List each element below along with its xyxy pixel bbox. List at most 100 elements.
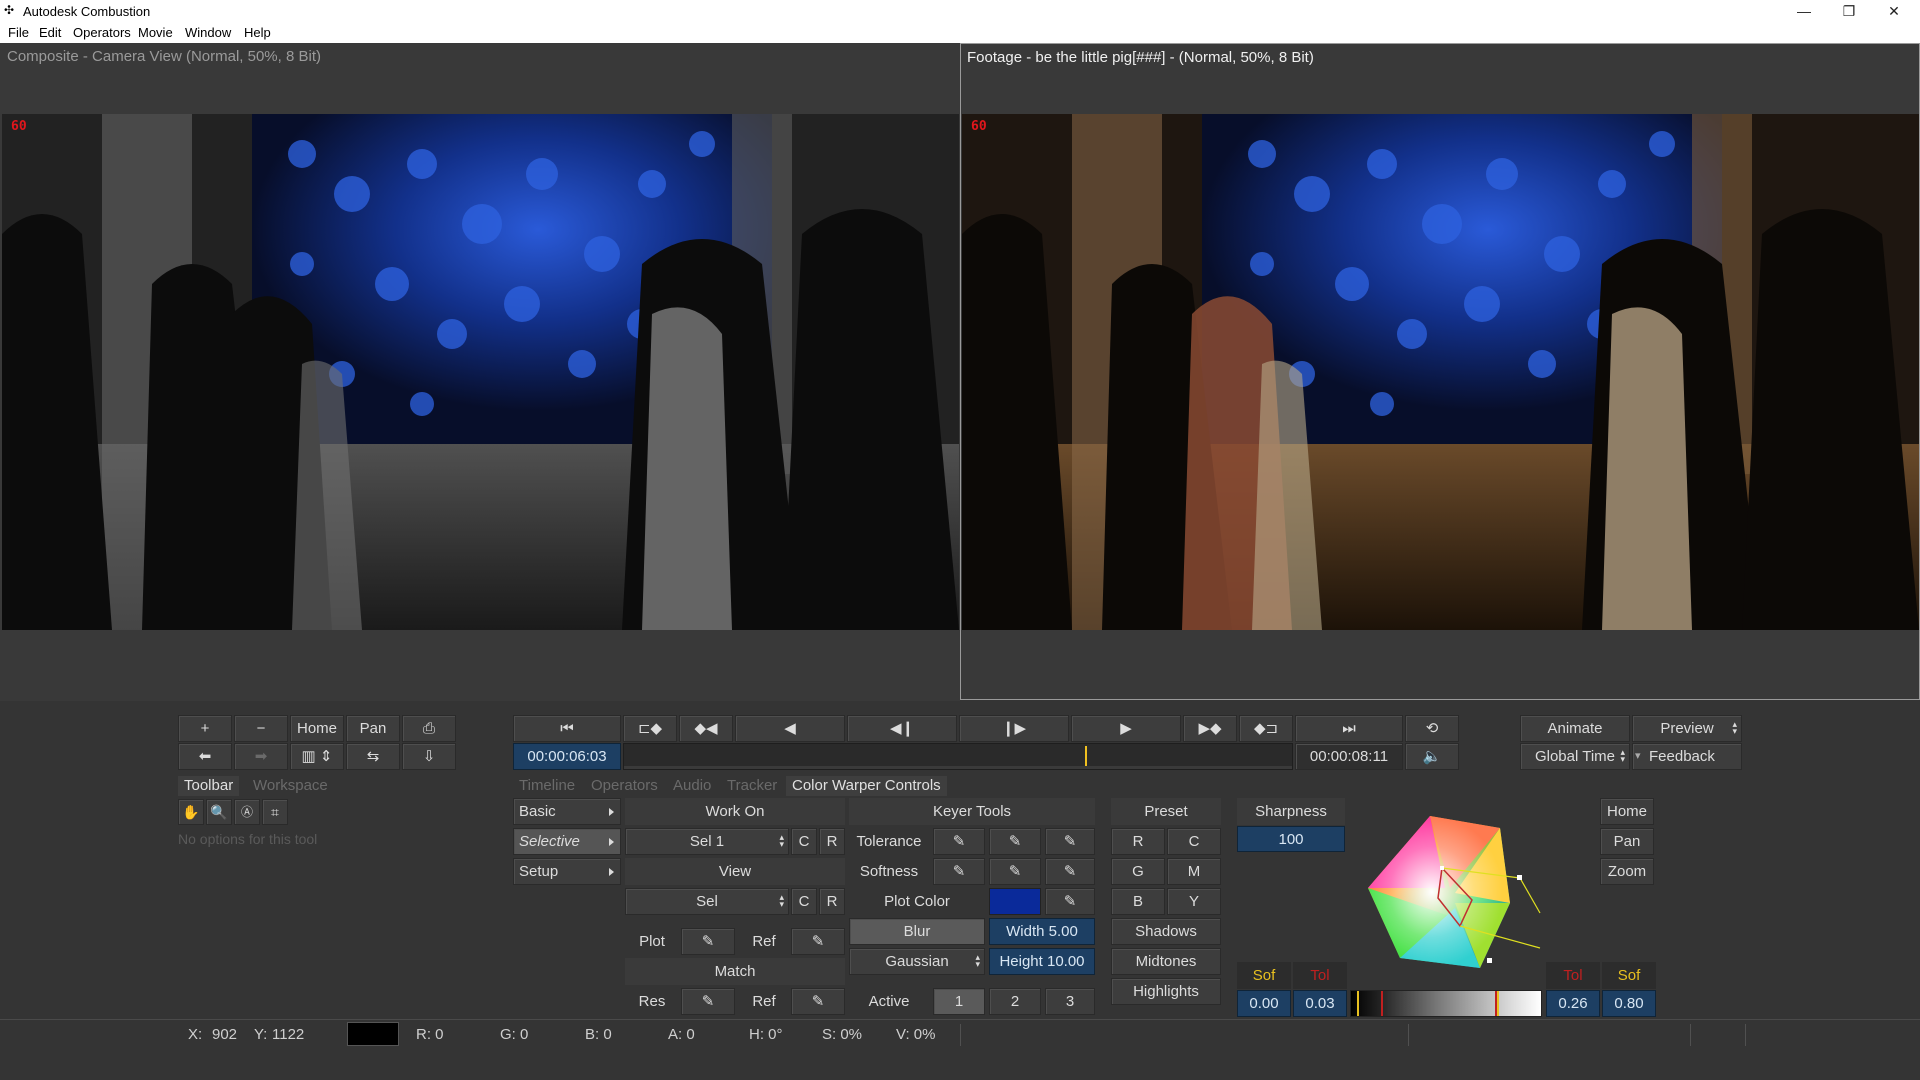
animate-button[interactable]: Animate — [1520, 715, 1630, 742]
softness-add-eyedropper-icon[interactable]: ✎ — [933, 858, 985, 885]
footage-viewer[interactable]: Footage - be the little pig[###] - (Norm… — [960, 43, 1920, 700]
color-warper-hexagon[interactable] — [1360, 808, 1550, 978]
active-3-button[interactable]: 3 — [1045, 988, 1095, 1015]
menu-window[interactable]: Window — [185, 25, 231, 40]
blur-width-field[interactable]: Width 5.00 — [989, 918, 1095, 945]
checkbox-icon[interactable]: ▾ — [1635, 744, 1641, 769]
left-tolerance-handle[interactable] — [1381, 991, 1383, 1016]
hand-tool-icon[interactable]: ✋ — [178, 799, 204, 825]
go-to-end-button[interactable]: ⏭ — [1295, 715, 1403, 742]
arrow-right-icon[interactable]: ➡ — [234, 743, 288, 770]
active-2-button[interactable]: 2 — [989, 988, 1041, 1015]
preset-c-button[interactable]: C — [1167, 828, 1221, 855]
tolerance-subtract-eyedropper-icon[interactable]: ✎ — [1045, 828, 1095, 855]
mode-setup-button[interactable]: Setup — [513, 858, 621, 885]
active-1-button[interactable]: 1 — [933, 988, 985, 1015]
preset-shadows-button[interactable]: Shadows — [1111, 918, 1221, 945]
view-r-button[interactable]: R — [819, 888, 845, 915]
channels-icon[interactable]: ⇆ — [346, 743, 400, 770]
menu-help[interactable]: Help — [244, 25, 271, 40]
ref-eyedropper-icon[interactable]: ✎ — [791, 928, 845, 955]
mode-selective-button[interactable]: Selective — [513, 828, 621, 855]
tab-timeline[interactable]: Timeline — [513, 776, 581, 796]
zoom-tool-icon[interactable]: 🔍 — [206, 799, 232, 825]
mark-out-button[interactable]: ◆⊐ — [1239, 715, 1293, 742]
feedback-toggle[interactable]: ▾ Feedback — [1632, 743, 1742, 770]
right-softness-field[interactable]: 0.80 — [1602, 990, 1656, 1017]
menu-movie[interactable]: Movie — [138, 25, 173, 40]
zoom-out-button[interactable]: − — [234, 715, 288, 742]
go-to-start-button[interactable]: ⏮ — [513, 715, 621, 742]
res-eyedropper-icon[interactable]: ✎ — [681, 988, 735, 1015]
blur-height-field[interactable]: Height 10.00 — [989, 948, 1095, 975]
plot-color-swatch[interactable] — [989, 888, 1041, 915]
tab-operators[interactable]: Operators — [585, 776, 664, 796]
next-key-button[interactable]: ▶◆ — [1183, 715, 1237, 742]
blur-type-select[interactable]: Gaussian ▴ ▾ — [849, 948, 985, 975]
preset-m-button[interactable]: M — [1167, 858, 1221, 885]
tab-audio[interactable]: Audio — [667, 776, 717, 796]
right-softness-handle[interactable] — [1497, 991, 1499, 1016]
play-button[interactable]: ▶ — [1071, 715, 1181, 742]
left-softness-field[interactable]: 0.00 — [1237, 990, 1291, 1017]
menu-file[interactable]: File — [8, 25, 29, 40]
restore-button[interactable]: ❐ — [1827, 1, 1871, 21]
preset-highlights-button[interactable]: Highlights — [1111, 978, 1221, 1005]
work-on-c-button[interactable]: C — [791, 828, 817, 855]
wheel-home-button[interactable]: Home — [1600, 798, 1654, 825]
preset-b-button[interactable]: B — [1111, 888, 1165, 915]
blur-button[interactable]: Blur — [849, 918, 985, 945]
layout-select-icon[interactable]: ▥ ⇕ — [290, 743, 344, 770]
work-on-r-button[interactable]: R — [819, 828, 845, 855]
view-home-button[interactable]: Home — [290, 715, 344, 742]
minimize-button[interactable]: — — [1782, 1, 1826, 21]
global-time-select[interactable]: Global Time ▴ ▾ — [1520, 743, 1630, 770]
view-pan-button[interactable]: Pan — [346, 715, 400, 742]
tolerance-eyedropper-icon[interactable]: ✎ — [989, 828, 1041, 855]
preset-y-button[interactable]: Y — [1167, 888, 1221, 915]
plot-color-eyedropper-icon[interactable]: ✎ — [1045, 888, 1095, 915]
loop-icon[interactable]: ⟲ — [1405, 715, 1459, 742]
prev-key-button[interactable]: ◆◀ — [679, 715, 733, 742]
tolerance-add-eyedropper-icon[interactable]: ✎ — [933, 828, 985, 855]
preset-midtones-button[interactable]: Midtones — [1111, 948, 1221, 975]
luminance-range-slider[interactable] — [1350, 990, 1542, 1017]
end-time-field[interactable]: 00:00:08:11 — [1295, 743, 1403, 770]
tab-tracker[interactable]: Tracker — [721, 776, 783, 796]
menu-operators[interactable]: Operators — [73, 25, 131, 40]
sharpness-field[interactable]: 100 — [1237, 826, 1345, 852]
footage-image[interactable]: 60 — [962, 114, 1919, 630]
current-time-field[interactable]: 00:00:06:03 — [513, 743, 621, 770]
composite-image[interactable]: 60 — [2, 114, 959, 630]
view-c-button[interactable]: C — [791, 888, 817, 915]
plot-eyedropper-icon[interactable]: ✎ — [681, 928, 735, 955]
softness-eyedropper-icon[interactable]: ✎ — [989, 858, 1041, 885]
capture-icon[interactable]: ⇩ — [402, 743, 456, 770]
menu-edit[interactable]: Edit — [39, 25, 61, 40]
tab-workspace[interactable]: Workspace — [247, 776, 334, 796]
preset-r-button[interactable]: R — [1111, 828, 1165, 855]
snapshot-icon[interactable]: ⎙ — [402, 715, 456, 742]
tab-color-warper-controls[interactable]: Color Warper Controls — [786, 776, 947, 796]
audio-mute-icon[interactable]: 🔈 — [1405, 743, 1459, 770]
timeline-scrubber[interactable] — [623, 743, 1293, 770]
mode-basic-button[interactable]: Basic — [513, 798, 621, 825]
match-ref-eyedropper-icon[interactable]: ✎ — [791, 988, 845, 1015]
arrow-left-icon[interactable]: ⬅ — [178, 743, 232, 770]
text-tool-icon[interactable]: Ⓐ — [234, 799, 260, 825]
step-back-button[interactable]: ◀❙ — [847, 715, 957, 742]
wheel-pan-button[interactable]: Pan — [1600, 828, 1654, 855]
zoom-in-button[interactable]: + — [178, 715, 232, 742]
timeline-cursor[interactable] — [1084, 746, 1087, 767]
work-on-select[interactable]: Sel 1 ▴ ▾ — [625, 828, 789, 855]
wheel-zoom-button[interactable]: Zoom — [1600, 858, 1654, 885]
view-select[interactable]: Sel ▴ ▾ — [625, 888, 789, 915]
right-tolerance-field[interactable]: 0.26 — [1546, 990, 1600, 1017]
mark-in-button[interactable]: ⊏◆ — [623, 715, 677, 742]
close-button[interactable]: ✕ — [1872, 1, 1916, 21]
crop-tool-icon[interactable]: ⌗ — [262, 799, 288, 825]
preview-select[interactable]: Preview ▴ ▾ — [1632, 715, 1742, 742]
tab-toolbar[interactable]: Toolbar — [178, 776, 240, 796]
left-softness-handle[interactable] — [1357, 991, 1359, 1016]
composite-viewer[interactable]: Composite - Camera View (Normal, 50%, 8 … — [0, 43, 960, 701]
